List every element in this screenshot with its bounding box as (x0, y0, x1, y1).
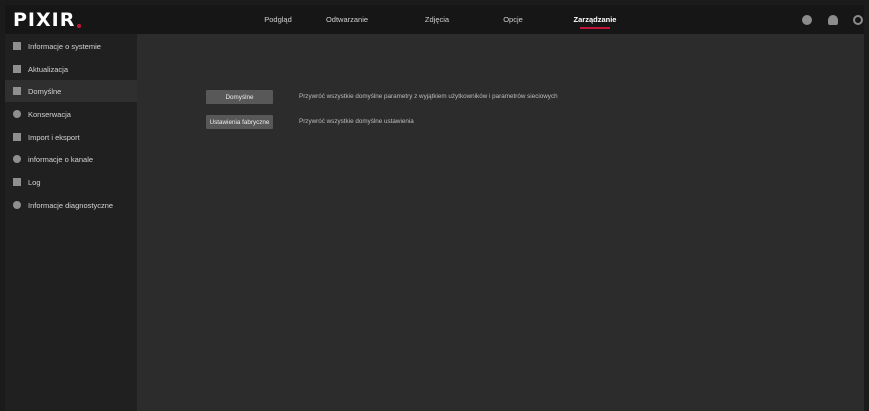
user-icon[interactable] (802, 15, 812, 25)
nav-zdjecia[interactable]: Zdjęcia (402, 5, 472, 34)
nav-label: Zarządzanie (573, 15, 617, 24)
import-export-icon (13, 133, 21, 141)
sidebar-item-label: Import i eksport (28, 132, 80, 142)
defaults-button[interactable]: Domyślne (206, 90, 273, 104)
nav-zarzadzanie[interactable]: Zarządzanie (560, 5, 630, 34)
sidebar-item-label: Konserwacja (28, 109, 71, 119)
content-panel: Domyślne Przywróć wszystkie domyślne par… (137, 34, 864, 411)
sidebar-item-label: Informacje o systemie (28, 41, 101, 51)
sidebar-item-label: Log (28, 177, 41, 187)
cloud-icon[interactable] (828, 15, 838, 25)
logo-dot (77, 24, 82, 28)
nav-label: Odtwarzanie (325, 15, 369, 24)
channel-info-icon (13, 155, 21, 163)
sidebar-item-maintenance[interactable]: Konserwacja (5, 103, 137, 125)
log-icon (13, 178, 21, 186)
nav-label: Zdjęcia (424, 15, 450, 24)
system-info-icon (13, 42, 21, 50)
nav-label: Podgląd (264, 15, 292, 24)
sidebar-item-label: Aktualizacja (28, 64, 69, 74)
logo: PIXIR (13, 9, 82, 31)
sidebar: Informacje o systemie Aktualizacja Domyś… (5, 34, 137, 411)
nav-label: Opcje (503, 15, 523, 24)
factory-reset-description: Przywróć wszystkie domyślne ustawienia (299, 118, 414, 125)
diagnostics-icon (13, 201, 21, 209)
sidebar-item-channel-info[interactable]: informacje o kanale (5, 148, 137, 170)
upgrade-icon (13, 65, 21, 73)
nav-podglad[interactable]: Podgląd (243, 5, 313, 34)
defaults-icon (13, 87, 21, 95)
sidebar-item-system-info[interactable]: Informacje o systemie (5, 35, 137, 57)
logo-text: PIXIR (13, 9, 76, 31)
sidebar-item-log[interactable]: Log (5, 171, 137, 193)
sidebar-item-defaults[interactable]: Domyślne (5, 80, 137, 102)
sidebar-item-label: informacje o kanale (28, 154, 94, 164)
nav-odtwarzanie[interactable]: Odtwarzanie (312, 5, 382, 34)
sidebar-item-import-export[interactable]: Import i eksport (5, 126, 137, 148)
sidebar-item-label: Informacje diagnostyczne (28, 200, 114, 210)
active-tab-underline (580, 27, 610, 29)
sidebar-item-diagnostics[interactable]: Informacje diagnostyczne (5, 194, 137, 216)
factory-reset-button[interactable]: Ustawienia fabryczne (206, 115, 273, 129)
sidebar-item-label: Domyślne (28, 86, 62, 96)
power-icon[interactable] (853, 15, 863, 25)
maintenance-icon (13, 110, 21, 118)
nav-opcje[interactable]: Opcje (478, 5, 548, 34)
defaults-description: Przywróć wszystkie domyślne parametry z … (299, 93, 558, 100)
top-bar: PIXIR Podgląd Odtwarzanie Zdjęcia Opcje … (5, 5, 864, 34)
sidebar-item-upgrade[interactable]: Aktualizacja (5, 58, 137, 80)
